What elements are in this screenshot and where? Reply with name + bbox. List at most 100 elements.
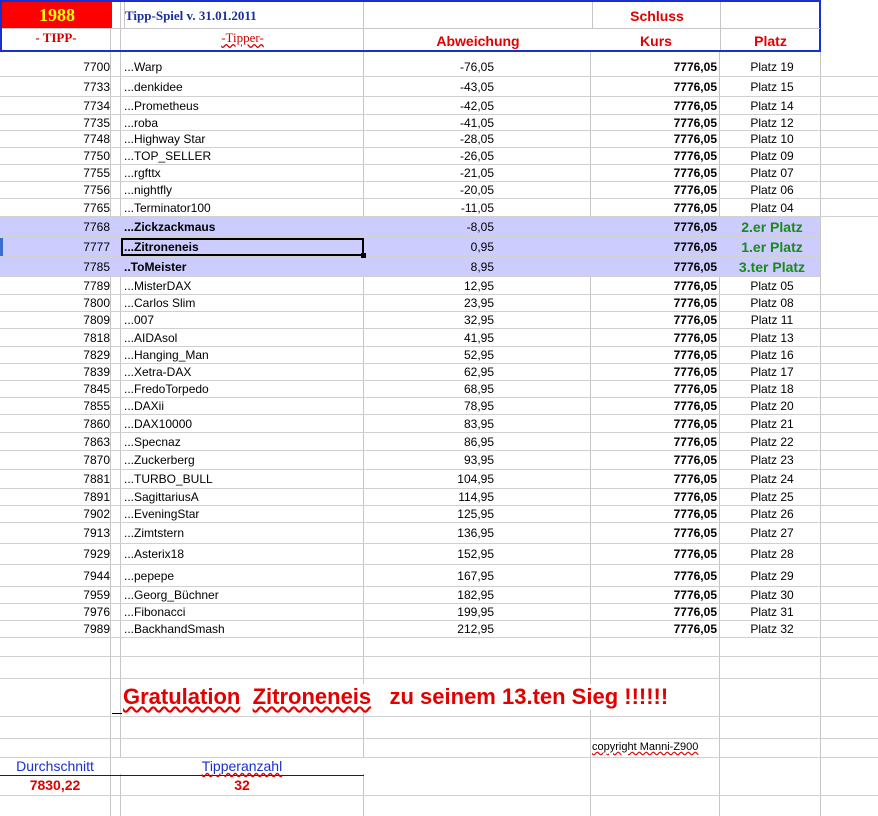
congrats-message[interactable]: Gratulation Zitroneneis zu seinem 13.ten… <box>123 684 673 710</box>
platz-cell[interactable]: Platz 11 <box>722 312 822 329</box>
table-row[interactable]: 7944 ...pepepe 167,95 7776,05 Platz 29 <box>0 565 878 587</box>
abweichung-cell[interactable]: 23,95 <box>364 295 494 312</box>
column-header-tipp[interactable]: - TIPP- <box>2 30 110 46</box>
tipp-cell[interactable]: 7750 <box>0 148 110 165</box>
tipper-name-cell[interactable]: ...Prometheus <box>124 97 199 115</box>
tipp-cell[interactable]: 7829 <box>0 347 110 364</box>
abweichung-cell[interactable]: 182,95 <box>364 587 494 604</box>
abweichung-cell[interactable]: 86,95 <box>364 433 494 451</box>
tipper-name-cell[interactable]: ...Zuckerberg <box>124 451 195 470</box>
tipper-name-cell[interactable]: ...Georg_Büchner <box>124 587 219 604</box>
platz-cell[interactable]: Platz 29 <box>722 565 822 587</box>
column-header-tipper[interactable]: -Tipper- <box>122 30 363 46</box>
table-row[interactable]: 7959 ...Georg_Büchner 182,95 7776,05 Platz 3… <box>0 587 878 604</box>
tipper-name-cell[interactable]: ...TURBO_BULL <box>124 470 213 489</box>
platz-cell[interactable]: Platz 28 <box>722 544 822 565</box>
tipp-cell[interactable]: 7777 <box>0 237 110 257</box>
kurs-cell[interactable]: 7776,05 <box>592 199 717 217</box>
kurs-cell[interactable]: 7776,05 <box>592 587 717 604</box>
abweichung-cell[interactable]: 199,95 <box>364 604 494 621</box>
platz-cell[interactable]: Platz 08 <box>722 295 822 312</box>
tipper-name-cell[interactable]: ...TOP_SELLER <box>124 148 211 165</box>
tipperanzahl-label[interactable]: Tipperanzahl <box>120 758 364 774</box>
table-row[interactable]: 7929 ...Asterix18 152,95 7776,05 Platz 28 <box>0 544 878 565</box>
abweichung-cell[interactable]: -11,05 <box>364 199 494 217</box>
tipp-cell[interactable]: 7809 <box>0 312 110 329</box>
tipp-cell[interactable]: 7765 <box>0 199 110 217</box>
abweichung-cell[interactable]: 12,95 <box>364 277 494 295</box>
kurs-cell[interactable]: 7776,05 <box>592 77 717 97</box>
platz-cell[interactable]: Platz 18 <box>722 381 822 398</box>
tipper-name-cell[interactable]: ...007 <box>124 312 154 329</box>
table-row[interactable]: 7789 ...MisterDAX 12,95 7776,05 Platz 05 <box>0 277 878 295</box>
tipp-cell[interactable]: 7700 <box>0 58 110 77</box>
table-row[interactable]: 7881 ...TURBO_BULL 104,95 7776,05 Platz 24 <box>0 470 878 489</box>
kurs-cell[interactable]: 7776,05 <box>592 451 717 470</box>
kurs-cell[interactable]: 7776,05 <box>592 470 717 489</box>
tipper-name-cell[interactable]: ...Highway Star <box>124 131 205 148</box>
table-row[interactable]: 7829 ...Hanging_Man 52,95 7776,05 Platz 16 <box>0 347 878 364</box>
tipper-name-cell[interactable]: ...pepepe <box>124 565 174 587</box>
tipp-cell[interactable]: 7855 <box>0 398 110 415</box>
kurs-cell[interactable]: 7776,05 <box>592 329 717 347</box>
tipp-cell[interactable]: 7913 <box>0 523 110 544</box>
table-row[interactable]: 7756 ...nightfly -20,05 7776,05 Platz 06 <box>0 182 878 199</box>
table-row[interactable]: 7839 ...Xetra-DAX 62,95 7776,05 Platz 17 <box>0 364 878 381</box>
kurs-cell[interactable]: 7776,05 <box>592 621 717 638</box>
platz-cell[interactable]: Platz 26 <box>722 506 822 523</box>
platz-cell[interactable]: Platz 04 <box>722 199 822 217</box>
tipp-cell[interactable]: 7748 <box>0 131 110 148</box>
kurs-cell[interactable]: 7776,05 <box>592 312 717 329</box>
tipper-name-cell[interactable]: ...nightfly <box>124 182 172 199</box>
tipp-cell[interactable]: 7734 <box>0 97 110 115</box>
tipper-name-cell[interactable]: ...BackhandSmash <box>124 621 225 638</box>
kurs-cell[interactable]: 7776,05 <box>592 398 717 415</box>
abweichung-cell[interactable]: -21,05 <box>364 165 494 182</box>
tipper-name-cell[interactable]: ...FredoTorpedo <box>124 381 209 398</box>
kurs-cell[interactable]: 7776,05 <box>592 165 717 182</box>
kurs-cell[interactable]: 7776,05 <box>592 381 717 398</box>
tipp-cell[interactable]: 7881 <box>0 470 110 489</box>
tipp-cell[interactable]: 7768 <box>0 217 110 237</box>
tipp-cell[interactable]: 7989 <box>0 621 110 638</box>
table-row[interactable]: 7809 ...007 32,95 7776,05 Platz 11 <box>0 312 878 329</box>
tipp-cell[interactable]: 7870 <box>0 451 110 470</box>
kurs-cell[interactable]: 7776,05 <box>592 604 717 621</box>
tipp-cell[interactable]: 7929 <box>0 544 110 565</box>
table-row[interactable]: 7735 ...roba -41,05 7776,05 Platz 12 <box>0 115 878 131</box>
abweichung-cell[interactable]: 152,95 <box>364 544 494 565</box>
abweichung-cell[interactable]: 114,95 <box>364 489 494 506</box>
abweichung-cell[interactable]: -26,05 <box>364 148 494 165</box>
table-row[interactable]: 7870 ...Zuckerberg 93,95 7776,05 Platz 23 <box>0 451 878 470</box>
table-row[interactable]: 7734 ...Prometheus -42,05 7776,05 Platz 14 <box>0 97 878 115</box>
kurs-cell[interactable]: 7776,05 <box>592 237 717 257</box>
tipper-name-cell[interactable]: ...EveningStar <box>124 506 199 523</box>
platz-cell[interactable]: Platz 30 <box>722 587 822 604</box>
platz-cell[interactable]: Platz 06 <box>722 182 822 199</box>
kurs-cell[interactable]: 7776,05 <box>592 58 717 77</box>
tipper-name-cell[interactable]: ...Terminator100 <box>124 199 211 217</box>
year-cell[interactable]: 1988 <box>2 2 112 28</box>
table-row[interactable]: 7765 ...Terminator100 -11,05 7776,05 Platz 0… <box>0 199 878 217</box>
tipp-cell[interactable]: 7800 <box>0 295 110 312</box>
kurs-cell[interactable]: 7776,05 <box>592 347 717 364</box>
kurs-cell[interactable]: 7776,05 <box>592 97 717 115</box>
tipp-cell[interactable]: 7860 <box>0 415 110 433</box>
table-row[interactable]: 7855 ...DAXii 78,95 7776,05 Platz 20 <box>0 398 878 415</box>
platz-cell[interactable]: Platz 05 <box>722 277 822 295</box>
kurs-cell[interactable]: 7776,05 <box>592 217 717 237</box>
platz-cell[interactable]: Platz 19 <box>722 58 822 77</box>
kurs-cell[interactable]: 7776,05 <box>592 182 717 199</box>
table-row[interactable]: 7733 ...denkidee -43,05 7776,05 Platz 15 <box>0 77 878 97</box>
tipper-name-cell[interactable]: ...Carlos Slim <box>124 295 195 312</box>
tipp-cell[interactable]: 7891 <box>0 489 110 506</box>
abweichung-cell[interactable]: 167,95 <box>364 565 494 587</box>
table-row[interactable]: 7818 ...AIDAsol 41,95 7776,05 Platz 13 <box>0 329 878 347</box>
tipper-name-cell[interactable]: ...Zickzackmaus <box>124 217 215 237</box>
tipper-name-cell[interactable]: ...Asterix18 <box>124 544 184 565</box>
tipp-cell[interactable]: 7789 <box>0 277 110 295</box>
tipper-name-cell[interactable]: ...rgfttx <box>124 165 161 182</box>
abweichung-cell[interactable]: 52,95 <box>364 347 494 364</box>
platz-cell[interactable]: Platz 31 <box>722 604 822 621</box>
tipp-cell[interactable]: 7959 <box>0 587 110 604</box>
